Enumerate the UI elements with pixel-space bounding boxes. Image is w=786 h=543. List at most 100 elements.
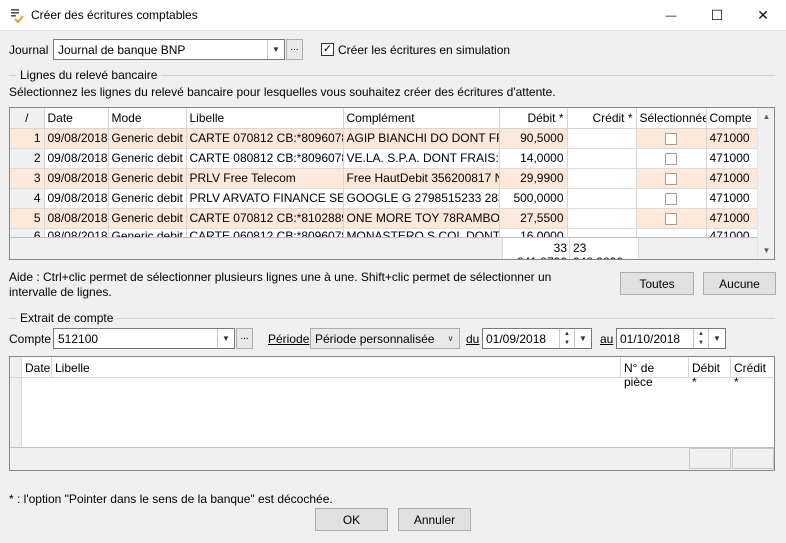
cell-selected[interactable] [636,148,707,169]
scroll-up-icon[interactable]: ▲ [758,108,774,125]
totals-row: 33 841,8700 23 048,9800 [10,237,759,259]
releve-group-title: Lignes du relevé bancaire [16,68,162,82]
column-header-extrait-piece[interactable]: N° de pièce [621,357,689,389]
column-header-selectionnee[interactable]: Sélectionnée [636,108,707,129]
table-row[interactable]: 4 09/08/2018 Generic debit PRLV ARVATO F… [10,188,760,209]
simulation-checkbox[interactable]: ✓ [321,43,334,56]
column-header-debit[interactable]: Débit * [499,108,568,129]
help-text: Aide : Ctrl+clic permet de sélectionner … [9,270,552,299]
cell-mode: Generic debit [108,168,187,189]
table-row[interactable]: 3 09/08/2018 Generic debit PRLV Free Tel… [10,168,760,189]
cell-selected[interactable] [636,168,707,189]
compte-value: 512100 [58,332,99,346]
periode-label: Période [268,332,310,346]
maximize-icon: ☐ [710,7,724,23]
maximize-button[interactable]: ☐ [694,0,740,31]
extrait-group-line [9,318,775,319]
cell-libelle: PRLV ARVATO FINANCE SERVICES [186,188,344,209]
row-checkbox[interactable] [665,172,677,185]
column-header-compte[interactable]: Compte [706,108,760,129]
chevron-down-icon[interactable]: ▼ [217,329,234,348]
row-number: 4 [10,188,45,209]
column-header-mode[interactable]: Mode [108,108,187,129]
compte-select[interactable]: 512100 ▼ [53,328,235,349]
extrait-grid[interactable]: Date Libelle N° de pièce Débit * Crédit … [9,356,775,471]
select-none-button[interactable]: Aucune [703,272,776,295]
du-spinner[interactable]: ▲ ▼ [559,329,574,348]
cell-libelle: CARTE 080812 CB:*8096078 [186,148,344,169]
cell-selected[interactable] [636,208,707,229]
journal-select[interactable]: Journal de banque BNP ▼ [53,39,285,60]
au-spinner[interactable]: ▲ ▼ [693,329,708,348]
chevron-down-icon[interactable]: ▼ [708,329,725,348]
chevron-down-icon[interactable]: ▼ [574,329,591,348]
select-all-button[interactable]: Toutes [620,272,694,295]
cell-credit[interactable] [567,128,637,149]
row-number: 1 [10,128,45,149]
cell-date: 09/08/2018 [44,148,109,169]
cell-mode: Generic debit [108,148,187,169]
row-checkbox[interactable] [665,192,677,205]
chevron-down-icon[interactable]: ▼ [267,40,284,59]
column-header-extrait-credit[interactable]: Crédit * [731,357,774,389]
releve-grid[interactable]: / Date Mode Libelle Complément Débit * C… [9,107,775,260]
column-header-libelle[interactable]: Libelle [186,108,344,129]
column-header-extrait-date[interactable]: Date [22,357,52,377]
periode-select[interactable]: Période personnalisée ∨ [310,328,460,349]
column-header-extrait-debit[interactable]: Débit * [689,357,731,389]
releve-header-row: / Date Mode Libelle Complément Débit * C… [10,108,760,129]
cell-credit[interactable] [567,148,637,169]
close-icon: ✕ [757,7,769,23]
row-checkbox[interactable] [665,152,677,165]
extrait-total-credit [732,448,774,469]
cell-complement: Free HautDebit 356200817 N. [343,168,500,189]
au-label: au [600,332,614,346]
table-row[interactable]: 1 09/08/2018 Generic debit CARTE 070812 … [10,128,760,149]
table-row[interactable]: 5 08/08/2018 Generic debit CARTE 070812 … [10,208,760,229]
du-label: du [466,332,480,346]
minimize-button[interactable]: — [648,0,694,31]
row-number: 2 [10,148,45,169]
column-header-index[interactable]: / [10,108,45,129]
spin-up-icon[interactable]: ▲ [560,329,574,339]
spin-down-icon[interactable]: ▼ [560,339,574,349]
cell-compte: 471000 [706,128,760,149]
cell-date: 08/08/2018 [44,208,109,229]
table-row[interactable]: 2 09/08/2018 Generic debit CARTE 080812 … [10,148,760,169]
extrait-row-header-corner [10,357,22,377]
spin-up-icon[interactable]: ▲ [694,329,708,339]
cell-date: 09/08/2018 [44,188,109,209]
periode-value: Période personnalisée [315,332,435,346]
releve-vertical-scrollbar[interactable]: ▲ ▼ [757,108,774,259]
row-checkbox[interactable] [665,132,677,145]
au-date-field[interactable]: 01/10/2018 ▲ ▼ ▼ [616,328,726,349]
column-header-credit[interactable]: Crédit * [567,108,637,129]
du-date-field[interactable]: 01/09/2018 ▲ ▼ ▼ [482,328,592,349]
cell-complement: AGIP BIANCHI DO DONT FRAIS [343,128,500,149]
column-header-extrait-libelle[interactable]: Libelle [52,357,621,377]
journal-browse-button[interactable]: ... [286,39,303,60]
scroll-down-icon[interactable]: ▼ [758,242,774,259]
close-button[interactable]: ✕ [740,0,786,31]
cell-selected[interactable] [636,188,707,209]
cancel-button[interactable]: Annuler [398,508,471,531]
au-date-value: 01/10/2018 [620,332,681,346]
simulation-label: Créer les écritures en simulation [338,43,511,57]
spin-down-icon[interactable]: ▼ [694,339,708,349]
column-header-date[interactable]: Date [44,108,109,129]
cell-selected[interactable] [636,128,707,149]
du-date-value: 01/09/2018 [486,332,547,346]
extrait-totals-row [10,447,774,470]
row-checkbox[interactable] [665,212,677,225]
ok-button[interactable]: OK [315,508,388,531]
chevron-down-icon[interactable]: ∨ [442,329,459,348]
compte-browse-button[interactable]: ... [236,328,253,349]
cell-credit[interactable] [567,188,637,209]
cell-credit[interactable] [567,168,637,189]
cell-credit[interactable] [567,208,637,229]
cell-date: 09/08/2018 [44,128,109,149]
column-header-complement[interactable]: Complément [343,108,500,129]
cell-libelle: PRLV Free Telecom [186,168,344,189]
app-icon [11,9,24,24]
minimize-icon: — [665,9,677,22]
